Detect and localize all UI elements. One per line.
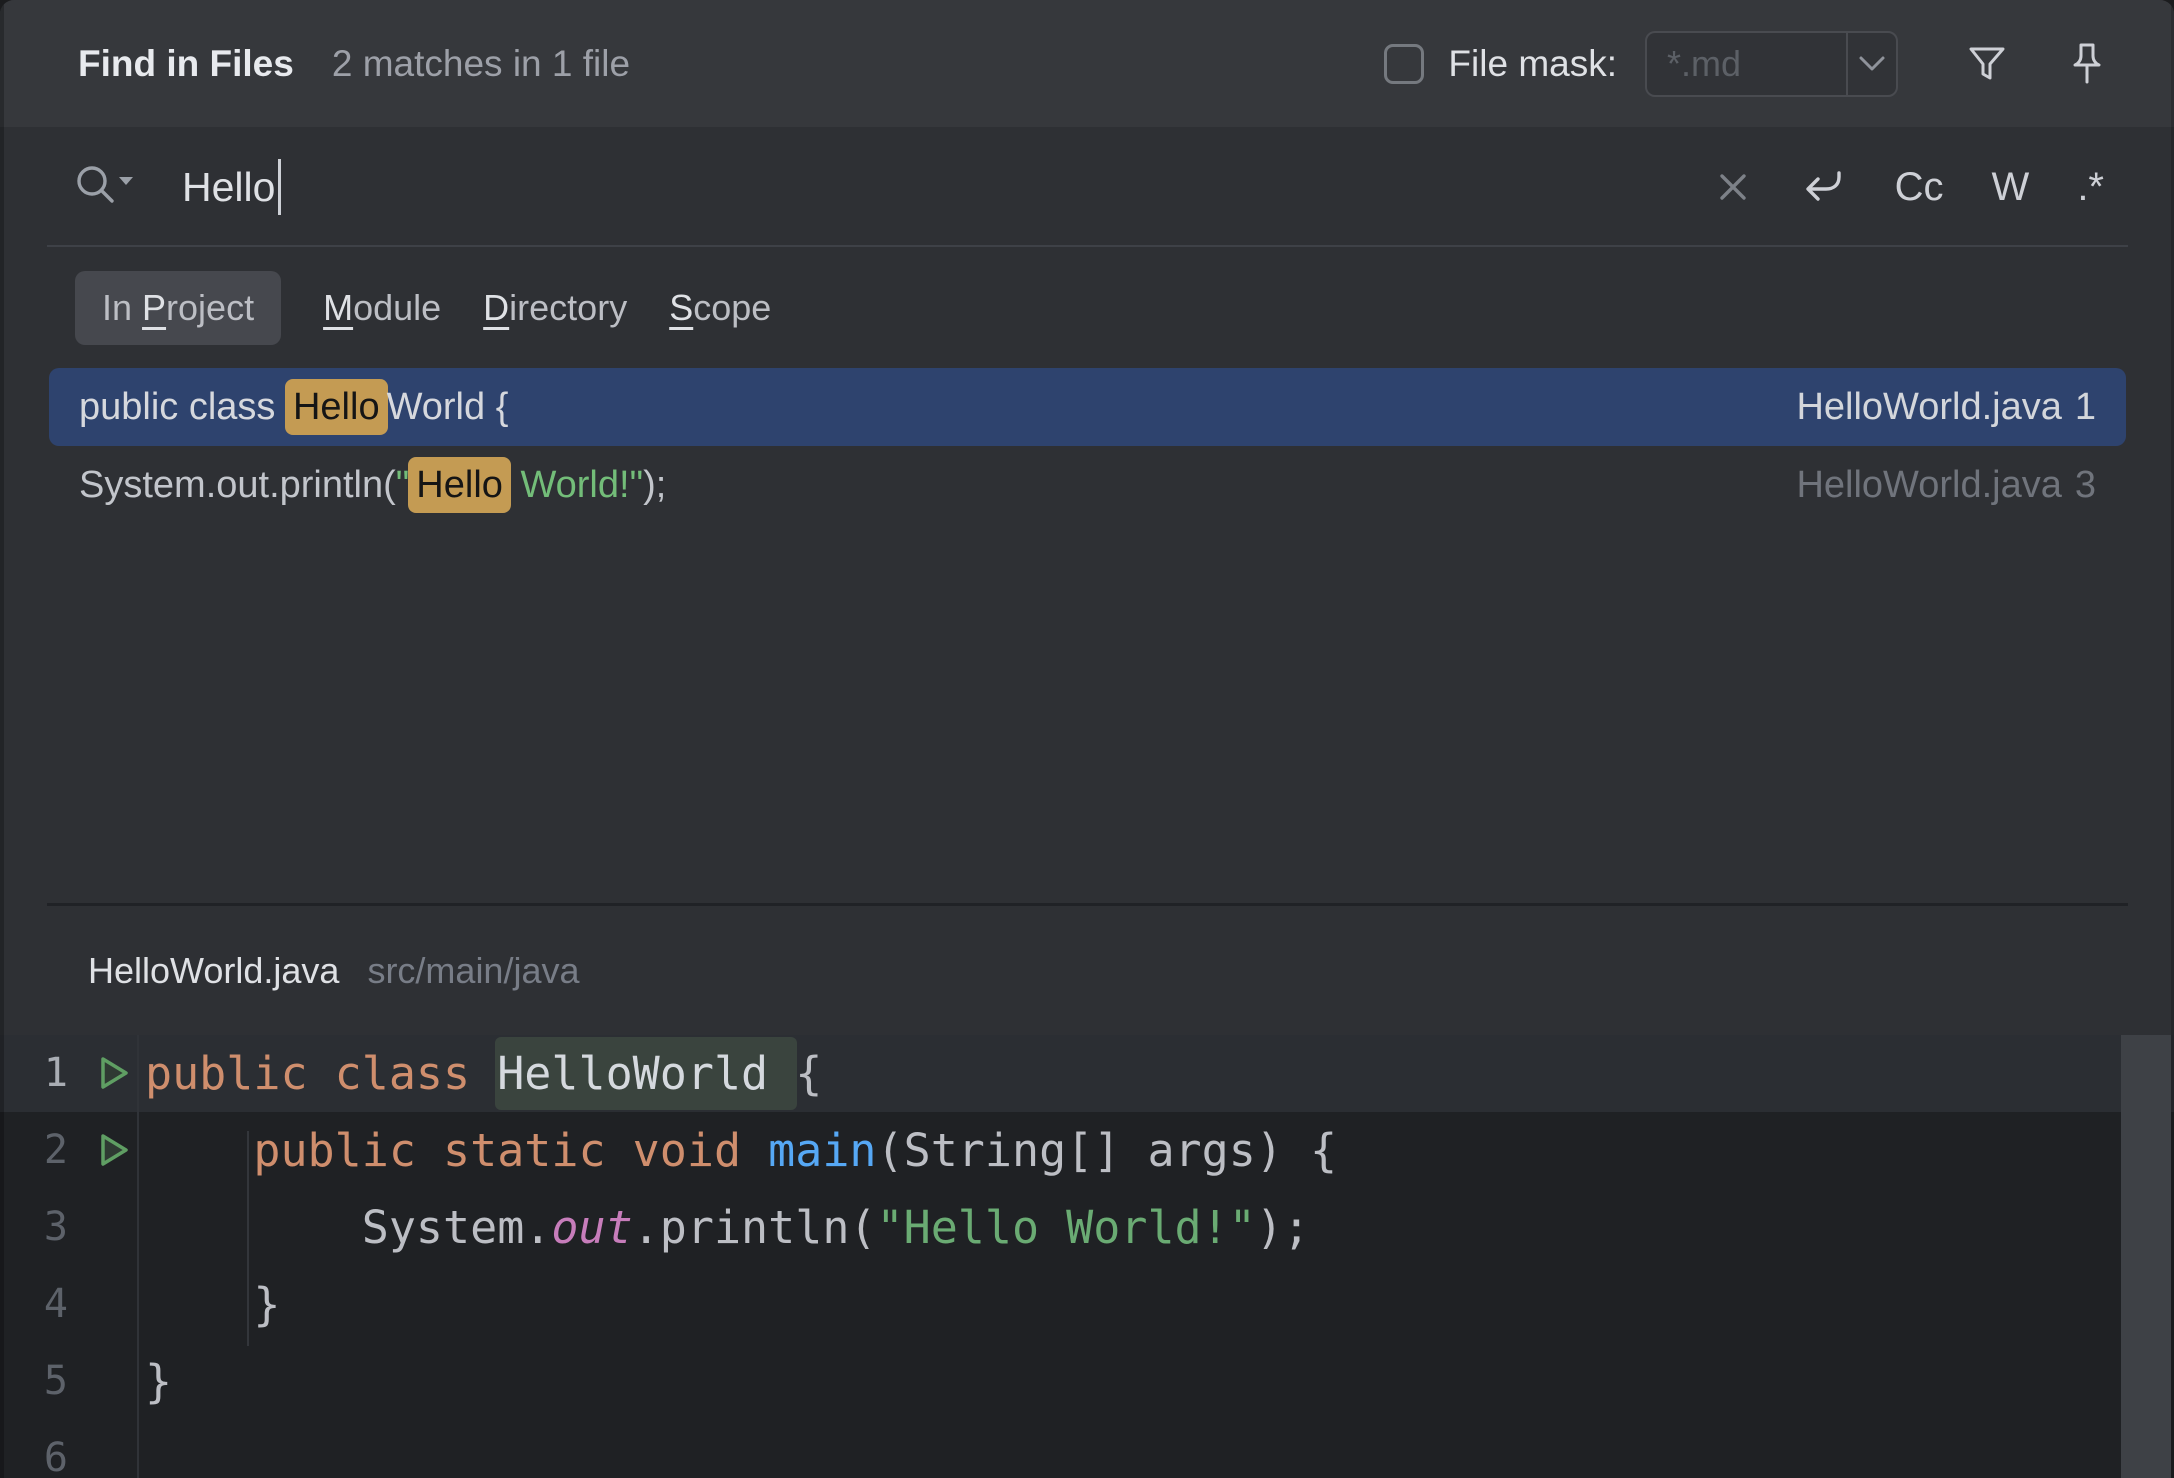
search-field-row: Hello Cc W .* — [0, 127, 2174, 247]
code-text: public class HelloWorld { — [145, 1035, 822, 1112]
whole-words-toggle[interactable]: W — [1992, 165, 2030, 210]
file-mask-label: File mask: — [1448, 43, 1617, 85]
preview-file-header: HelloWorld.java src/main/java — [0, 906, 2174, 1035]
line-number: 1 — [0, 1035, 68, 1112]
text-caret — [278, 159, 281, 215]
tab-directory-label: Directory — [483, 287, 627, 328]
code-line-2: 2 public static void main(String[] args)… — [0, 1112, 2174, 1189]
file-mask-combo[interactable]: *.md — [1645, 31, 1898, 97]
tab-in-project-label: In Project — [102, 287, 254, 328]
dialog-header: Find in Files 2 matches in 1 file File m… — [0, 0, 2174, 127]
preview-file-name: HelloWorld.java — [88, 950, 339, 992]
preview-file-path: src/main/java — [367, 950, 579, 992]
search-input[interactable]: Hello — [182, 159, 1717, 215]
gutter-border — [137, 1035, 139, 1478]
search-query-text: Hello — [182, 164, 275, 211]
result-2-file: HelloWorld.java — [1796, 464, 2061, 507]
code-text: } — [145, 1266, 280, 1343]
tab-scope-label: Scope — [669, 287, 771, 328]
code-text: System.out.println("Hello World!"); — [145, 1189, 1310, 1266]
tab-scope[interactable]: Scope — [669, 271, 771, 345]
result-row-2[interactable]: System.out.println("Hello World!"); Hell… — [49, 446, 2126, 524]
new-line-icon[interactable] — [1797, 164, 1847, 210]
tab-module-label: Module — [323, 287, 441, 328]
file-mask-checkbox[interactable] — [1384, 44, 1424, 84]
result-2-location: HelloWorld.java 3 — [1796, 464, 2096, 507]
find-in-files-dialog: Find in Files 2 matches in 1 file File m… — [0, 0, 2174, 1478]
code-text: public static void main(String[] args) { — [145, 1112, 1337, 1189]
code-line-1: 1 public class HelloWorld { — [0, 1035, 2174, 1112]
editor-scrollbar[interactable] — [2121, 1035, 2171, 1478]
line-number: 5 — [0, 1343, 68, 1420]
header-controls: File mask: *.md — [1384, 31, 2108, 97]
code-text: } — [145, 1343, 172, 1420]
result-1-file: HelloWorld.java — [1796, 386, 2061, 429]
result-2-line: 3 — [2075, 464, 2096, 507]
search-actions: Cc W .* — [1717, 164, 2104, 210]
code-line-3: 3 System.out.println("Hello World!"); — [0, 1189, 2174, 1266]
regex-toggle[interactable]: .* — [2077, 165, 2104, 210]
window-edge-left — [0, 0, 4, 1478]
results-list: public class HelloWorld { HelloWorld.jav… — [49, 368, 2126, 524]
run-main-icon[interactable] — [90, 1128, 134, 1176]
code-line-5: 5 } — [0, 1343, 2174, 1420]
pin-icon[interactable] — [2066, 40, 2108, 88]
line-number: 4 — [0, 1266, 68, 1343]
match-count-label: 2 matches in 1 file — [332, 43, 630, 85]
result-row-1[interactable]: public class HelloWorld { HelloWorld.jav… — [49, 368, 2126, 446]
scope-tabs: In Project Module Directory Scope — [0, 247, 2174, 368]
filter-icon[interactable] — [1964, 42, 2010, 86]
search-history-button[interactable] — [72, 161, 136, 213]
code-line-6: 6 — [0, 1420, 2174, 1478]
code-editor[interactable]: 1 public class HelloWorld { 2 public sta… — [0, 1035, 2174, 1478]
dialog-title: Find in Files — [78, 43, 294, 85]
tab-in-project[interactable]: In Project — [75, 271, 281, 345]
match-case-toggle[interactable]: Cc — [1895, 165, 1944, 210]
line-number: 2 — [0, 1112, 68, 1189]
clear-icon[interactable] — [1717, 171, 1749, 203]
result-2-text: System.out.println("Hello World!"); — [79, 464, 666, 507]
tab-directory[interactable]: Directory — [483, 271, 627, 345]
run-class-icon[interactable] — [90, 1051, 134, 1099]
line-number: 3 — [0, 1189, 68, 1266]
chevron-down-icon — [1848, 55, 1896, 73]
code-line-4: 4 } — [0, 1266, 2174, 1343]
tab-module[interactable]: Module — [323, 271, 441, 345]
result-1-text: public class HelloWorld { — [79, 386, 508, 429]
result-1-location: HelloWorld.java 1 — [1796, 386, 2096, 429]
result-1-line: 1 — [2075, 386, 2096, 429]
file-mask-value: *.md — [1647, 43, 1846, 85]
line-number: 6 — [0, 1420, 68, 1478]
